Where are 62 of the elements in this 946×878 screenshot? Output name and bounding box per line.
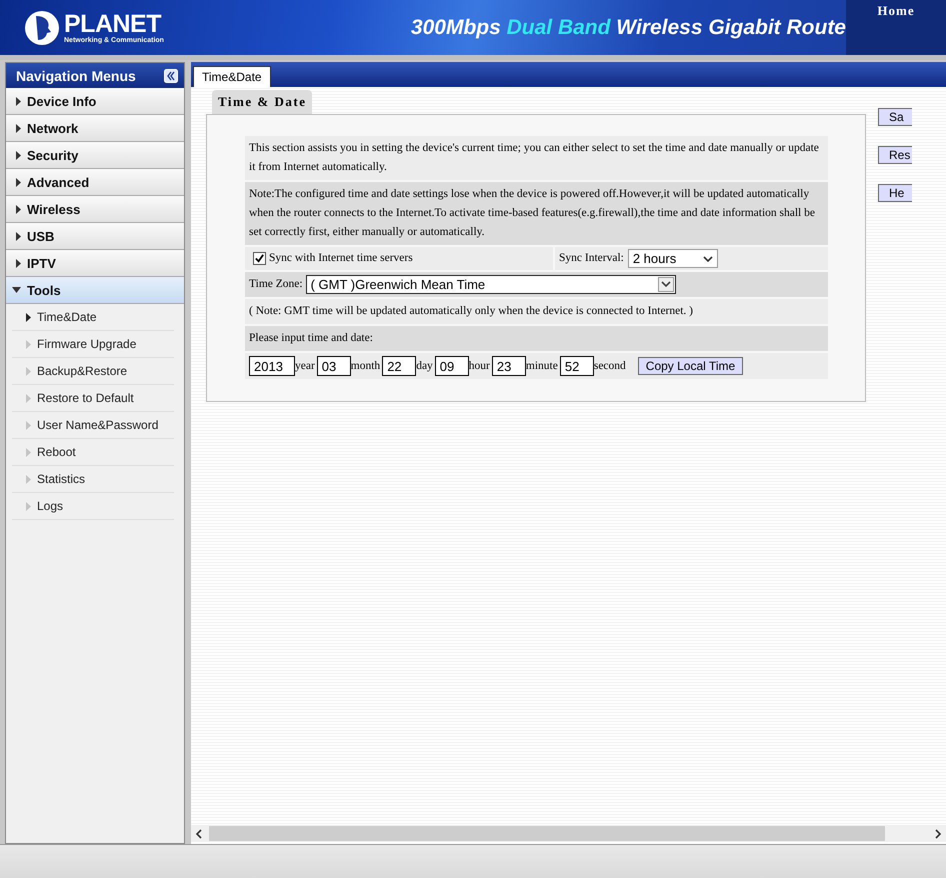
sync-label: Sync with Internet time servers: [269, 251, 413, 266]
caret-down-icon: [12, 287, 21, 293]
caret-right-icon: [16, 124, 21, 132]
note-text: Note:The configured time and date settings lose when the device is powered off.However,it will be updated automatically when the router connects to the Internet.To activate time-based features(e.g.firewall),the time and date information shall be set correctly first, either manually or automatically.: [249, 188, 815, 238]
caret-right-icon: [16, 150, 21, 160]
caret-right-icon: [16, 96, 21, 106]
horizontal-scrollbar[interactable]: [191, 825, 946, 842]
input-field[interactable]: 23: [492, 356, 526, 376]
scroll-left-icon[interactable]: [195, 828, 203, 838]
unit-label: hour: [468, 358, 490, 374]
gmt-note: ( Note: GMT time will be updated automatically only when the device is connected to Internet. ): [249, 305, 694, 317]
menu-item[interactable]: Advanced: [6, 169, 184, 196]
action-button[interactable]: He: [878, 184, 912, 202]
menu-item[interactable]: USB: [6, 223, 184, 250]
input-field[interactable]: 22: [382, 356, 416, 376]
chevron-down-icon: [702, 256, 713, 262]
menu-item[interactable]: Device Info: [6, 88, 184, 115]
scroll-right-icon[interactable]: [934, 828, 942, 838]
input-field[interactable]: 52: [560, 356, 594, 376]
input-prompt: Please input time and date:: [249, 332, 373, 344]
submenu-item[interactable]: Statistics: [12, 466, 174, 493]
caret-right-icon: [16, 232, 21, 240]
menu-item[interactable]: Security: [6, 142, 184, 169]
caret-right-icon: [16, 258, 21, 268]
input-field[interactable]: 03: [316, 356, 351, 376]
sync-checkbox[interactable]: [253, 252, 266, 265]
submenu-item[interactable]: Logs: [12, 493, 174, 520]
copy-local-time-button[interactable]: Copy Local Time: [638, 357, 744, 375]
sync-interval-select[interactable]: 2 hours: [628, 249, 718, 268]
submenu-item[interactable]: User Name&Password: [12, 412, 174, 439]
caret-right-icon: [16, 178, 21, 186]
collapse-icon[interactable]: [164, 68, 178, 82]
sync-interval-label: Sync Interval:: [559, 251, 624, 266]
unit-label: year: [295, 358, 315, 374]
chevron-down-icon: [658, 277, 674, 292]
submenu-item[interactable]: Restore to Default: [12, 385, 174, 412]
submenu-item[interactable]: Backup&Restore: [12, 358, 174, 385]
caret-right-icon: [16, 204, 21, 214]
action-button[interactable]: Sa: [878, 108, 912, 126]
unit-label: day: [416, 358, 433, 374]
menu-item[interactable]: Network: [6, 115, 184, 142]
menu-item[interactable]: IPTV: [6, 250, 184, 277]
tab[interactable]: Time&Date: [193, 66, 271, 87]
input-field[interactable]: 09: [434, 356, 469, 376]
unit-label: second: [594, 358, 626, 374]
intro-text: This section assists you in setting the device's current time; you can either select to set the time and date manually or update it from Internet automatically.: [249, 142, 819, 173]
submenu-item[interactable]: Firmware Upgrade: [12, 331, 174, 358]
unit-label: minute: [526, 358, 558, 374]
unit-label: month: [350, 358, 380, 374]
time-zone-select[interactable]: ( GMT )Greenwich Mean Time: [306, 275, 676, 294]
time-zone-label: Time Zone:: [249, 277, 303, 292]
sidebar-title: Navigation Menus: [16, 68, 136, 84]
action-button[interactable]: Res: [878, 146, 912, 164]
logo-icon: [24, 10, 60, 46]
menu-item[interactable]: Wireless: [6, 196, 184, 223]
menu-item[interactable]: Tools: [6, 277, 184, 304]
submenu-item[interactable]: Reboot: [12, 439, 174, 466]
home-link[interactable]: Home: [877, 0, 915, 19]
product-title: 300Mbps Dual Band Wireless Gigabit Route: [410, 16, 846, 40]
logo-name: PLANET: [64, 11, 162, 37]
submenu-item[interactable]: Time&Date: [12, 304, 174, 331]
input-field[interactable]: 2013: [249, 356, 295, 376]
